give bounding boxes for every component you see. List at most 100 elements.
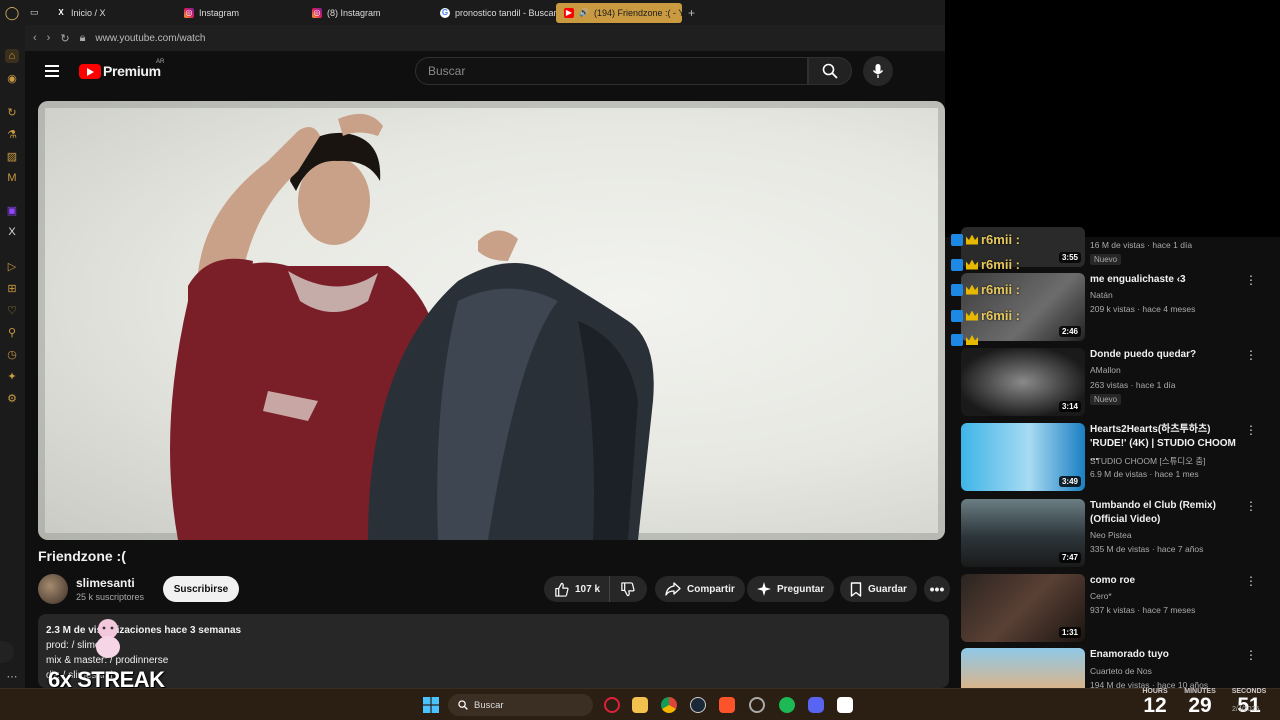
google-icon: G [440, 7, 450, 18]
ask-button[interactable]: Preguntar [747, 576, 835, 602]
extensions-icon[interactable]: ⊞ [5, 281, 19, 295]
youtube-logo-icon[interactable] [79, 64, 101, 79]
more-vertical-icon[interactable]: ⋮ [1245, 648, 1257, 662]
pin-icon[interactable]: ⚲ [5, 325, 19, 339]
subscribe-button[interactable]: Suscribirse [163, 576, 239, 602]
discord-icon[interactable] [808, 697, 824, 713]
steam-icon[interactable] [690, 697, 706, 713]
recommendation-channel: Neo Pistea [1090, 530, 1132, 540]
instagram-icon: ◎ [312, 7, 322, 18]
search-input[interactable]: Buscar [415, 57, 808, 85]
more-horizontal-icon: ••• [929, 581, 945, 597]
save-button[interactable]: Guardar [840, 576, 917, 602]
more-vertical-icon[interactable]: ⋮ [1245, 423, 1257, 437]
video-thumbnail [961, 648, 1085, 688]
duration-badge: 3:14 [1058, 401, 1081, 412]
share-label: Compartir [687, 583, 735, 595]
microphone-icon [872, 64, 884, 78]
x-sidebar-icon[interactable]: X [5, 225, 19, 239]
windows-start-icon[interactable] [423, 697, 439, 713]
search-button[interactable] [808, 57, 852, 85]
opera-logo-icon[interactable]: ◯ [0, 0, 24, 25]
premium-label[interactable]: Premium [103, 63, 161, 79]
capcut-icon[interactable] [837, 697, 853, 713]
recommendation-item[interactable]: Enamorado tuyo Cuarteto de Nos 194 M de … [961, 648, 1271, 688]
chat-message [951, 334, 978, 346]
mods-icon[interactable]: M [5, 171, 19, 185]
dislike-button[interactable] [609, 576, 647, 602]
more-actions-button[interactable]: ••• [924, 576, 950, 602]
recommendation-title: me engualichaste ‹3 [1090, 274, 1186, 285]
settings-icon[interactable]: ⚙ [5, 391, 19, 405]
tab-youtube-active[interactable]: ▶ 🔊 (194) Friendzone :( - Y [556, 2, 682, 23]
reload-icon[interactable]: ↻ [60, 32, 69, 45]
recommendation-item[interactable]: 1:31 como roe Cero* 937 k vistas · hace … [961, 574, 1271, 644]
recommendation-channel: Cuarteto de Nos [1090, 666, 1152, 676]
new-tab-button[interactable]: + [682, 6, 701, 20]
like-button[interactable]: 107 k [544, 576, 618, 602]
description-line: prod: / slimesurf [46, 640, 118, 651]
browser-sidebar: ⌂ ◉ ↻ ⚗ ▨ M ▣ X ▷ ⊞ ♡ ⚲ ◷ ✦ ⚙ ⋯ [0, 25, 25, 688]
tab-label: Instagram [199, 7, 240, 18]
share-button[interactable]: Compartir [655, 576, 745, 602]
duration-badge: 3:55 [1058, 252, 1081, 263]
speaker-icon[interactable]: 🔊 [579, 8, 589, 17]
duration-badge: 3:49 [1058, 476, 1081, 487]
chrome-icon[interactable] [661, 697, 677, 713]
menu-icon[interactable] [45, 65, 59, 77]
gamepad-icon[interactable]: ◉ [5, 71, 19, 85]
forward-icon[interactable]: › [47, 32, 51, 44]
more-vertical-icon[interactable]: ⋮ [1245, 499, 1257, 513]
search-icon [458, 700, 468, 710]
tab-switcher-icon[interactable]: ▭ [24, 3, 48, 23]
heart-icon[interactable]: ♡ [5, 303, 19, 317]
url-text[interactable]: www.youtube.com/watch [95, 33, 205, 44]
home-icon[interactable]: ⌂ [5, 49, 19, 63]
save-label: Guardar [868, 583, 907, 595]
search-placeholder: Buscar [428, 64, 466, 78]
video-thumbnail: 3:14 [961, 348, 1085, 416]
voice-search-button[interactable] [863, 56, 893, 86]
clock-date: 2/4/2025 [1232, 706, 1260, 713]
recommendation-item[interactable]: 3:14 Donde puedo quedar? AMallon 263 vis… [961, 348, 1271, 418]
tab-google[interactable]: G pronostico tandil - Buscar [432, 3, 556, 23]
refresh-app-icon[interactable] [749, 697, 765, 713]
opera-gx-icon[interactable] [604, 697, 620, 713]
back-icon[interactable]: ‹ [33, 32, 37, 44]
recommendation-item[interactable]: 7:47 Tumbando el Club (Remix) (Official … [961, 499, 1271, 569]
history-icon[interactable]: ◷ [5, 347, 19, 361]
twitch-icon[interactable]: ▣ [5, 203, 19, 217]
video-player[interactable] [38, 101, 945, 540]
recommendation-item[interactable]: 3:49 Hearts2Hearts(하츠투하츠) 'RUDE!' (4K) |… [961, 423, 1271, 493]
more-vertical-icon[interactable]: ⋮ [1245, 348, 1257, 362]
file-explorer-icon[interactable] [632, 697, 648, 713]
spotify-icon[interactable] [779, 697, 795, 713]
description-box[interactable]: 2.3 M de visualizaciones hace 3 semanas … [38, 614, 949, 688]
puzzle-icon[interactable]: ✦ [5, 369, 19, 383]
tab-x[interactable]: X Inicio / X [48, 3, 176, 23]
bookmark-icon [850, 581, 862, 597]
chat-username: r6mii : [981, 257, 1021, 272]
refresh-icon[interactable]: ↻ [5, 105, 19, 119]
more-vertical-icon[interactable]: ⋮ [1245, 273, 1257, 287]
flask-icon[interactable]: ⚗ [5, 127, 19, 141]
channel-name[interactable]: slimesanti [76, 576, 135, 590]
wallpaper-icon[interactable]: ▨ [5, 149, 19, 163]
tab-instagram-2[interactable]: ◎ (8) Instagram [304, 3, 432, 23]
minutes-value: 29 [1188, 694, 1212, 717]
brave-icon[interactable] [719, 697, 735, 713]
video-title: Friendzone :( [38, 548, 126, 564]
badge-icon [951, 258, 963, 271]
sparkle-icon [757, 582, 771, 596]
instagram-icon: ◎ [184, 7, 194, 18]
more-icon[interactable]: ⋯ [5, 669, 19, 683]
more-vertical-icon[interactable]: ⋮ [1245, 574, 1257, 588]
channel-avatar[interactable] [38, 574, 68, 604]
taskbar-search[interactable]: Buscar [448, 694, 593, 716]
windows-taskbar: Buscar [0, 688, 1280, 720]
clock-hours: HOURS 12 [1138, 688, 1172, 717]
badge-icon [951, 334, 963, 346]
player-icon[interactable]: ▷ [5, 259, 19, 273]
tab-instagram[interactable]: ◎ Instagram [176, 3, 304, 23]
ask-label: Preguntar [777, 583, 825, 595]
